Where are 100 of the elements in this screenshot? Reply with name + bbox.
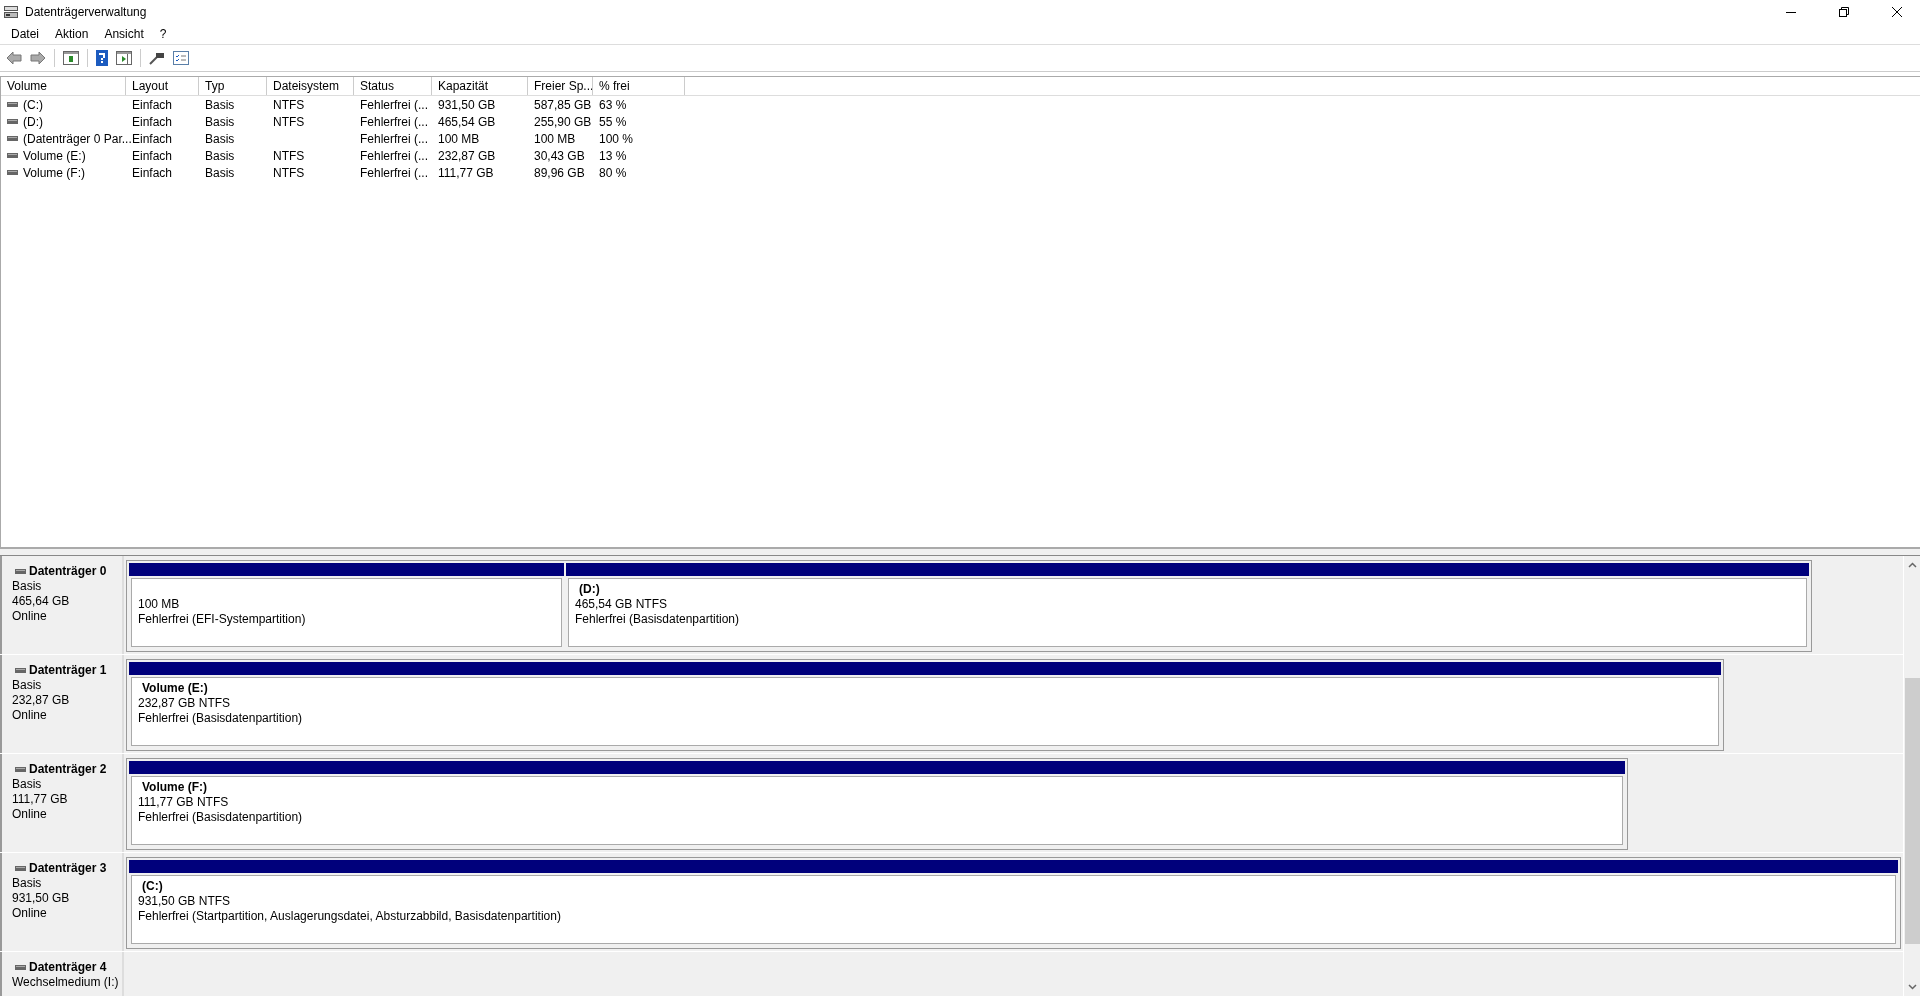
column-header[interactable]: Dateisystem [267, 77, 354, 95]
disk-detail: Online [12, 609, 48, 624]
key-icon[interactable] [149, 51, 165, 65]
disk-info-panel[interactable]: Datenträger 2 Basis 111,77 GB Online [0, 754, 124, 852]
disk-name: Datenträger 0 [29, 564, 107, 579]
column-header[interactable]: Volume [1, 77, 126, 95]
disk-detail: 111,77 GB [12, 792, 69, 807]
table-cell: Fehlerfrei (... [360, 131, 428, 146]
partition-size: 232,87 GB NTFS [138, 696, 232, 711]
disk-detail: Basis [12, 678, 43, 693]
menu-item[interactable]: Aktion [47, 27, 97, 41]
disk-name: Datenträger 2 [29, 762, 107, 777]
table-cell: 255,90 GB [534, 114, 592, 129]
disk-icon [15, 965, 26, 970]
table-cell: 100 MB [438, 131, 480, 146]
column-header[interactable]: % frei [593, 77, 685, 95]
disk-detail: Wechselmedium (I:) [12, 975, 120, 990]
partition-size: 931,50 GB NTFS [138, 894, 232, 909]
menu-item[interactable]: Datei [3, 27, 47, 41]
table-cell: 80 % [599, 165, 627, 180]
disk-name: Datenträger 3 [29, 861, 107, 876]
disk-detail: Basis [12, 876, 43, 891]
table-cell: Fehlerfrei (... [360, 97, 428, 112]
disk-icon [15, 569, 26, 574]
table-cell: NTFS [273, 148, 305, 163]
table-cell: Basis [205, 148, 235, 163]
drive-icon [7, 170, 18, 175]
table-cell: Fehlerfrei (... [360, 148, 428, 163]
table-cell: 55 % [599, 114, 627, 129]
disk-info-panel[interactable]: Datenträger 4 Wechselmedium (I:) [0, 952, 124, 996]
disk-detail: 232,87 GB [12, 693, 71, 708]
disk-info-panel[interactable]: Datenträger 0 Basis 465,64 GB Online [0, 556, 124, 654]
partition-status: Fehlerfrei (Basisdatenpartition) [138, 810, 304, 825]
menu-item[interactable]: ? [151, 27, 175, 41]
table-cell: Volume (E:) [23, 148, 86, 163]
back-arrow-icon[interactable] [6, 51, 22, 65]
partition-status: Fehlerfrei (Basisdatenpartition) [138, 711, 304, 726]
drive-icon [7, 136, 18, 141]
table-cell: 89,96 GB [534, 165, 585, 180]
action-pane-icon[interactable] [116, 51, 132, 65]
disk-name: Datenträger 4 [29, 960, 107, 975]
table-cell: Einfach [132, 114, 173, 129]
scrollbar-thumb[interactable] [1904, 678, 1920, 944]
properties-icon[interactable] [173, 51, 189, 65]
forward-arrow-icon[interactable] [30, 51, 46, 65]
disk-detail: Online [12, 906, 48, 921]
table-cell: (D:) [23, 114, 43, 129]
disk-detail: 465,64 GB [12, 594, 71, 609]
table-cell: Fehlerfrei (... [360, 165, 428, 180]
scrollbar[interactable] [1903, 556, 1920, 996]
table-cell: NTFS [273, 165, 305, 180]
menu-item[interactable]: Ansicht [96, 27, 152, 41]
column-header[interactable]: Layout [126, 77, 199, 95]
scroll-down-icon[interactable] [1907, 984, 1917, 990]
disk-info-panel[interactable]: Datenträger 1 Basis 232,87 GB Online [0, 655, 124, 753]
disk-icon [15, 767, 26, 772]
table-cell: 465,54 GB [438, 114, 496, 129]
disk-icon [15, 866, 26, 871]
console-tree-icon[interactable] [63, 51, 79, 65]
partition-size: 100 MB [138, 597, 181, 612]
restore-icon [1839, 7, 1849, 17]
partition-status: Fehlerfrei (EFI-Systempartition) [138, 612, 307, 627]
help-icon[interactable] [96, 50, 108, 66]
splitter[interactable] [0, 548, 1920, 556]
table-cell: Einfach [132, 131, 173, 146]
table-cell: (Datenträger 0 Par... [23, 131, 132, 146]
disk-detail: Basis [12, 777, 43, 792]
table-cell: 587,85 GB [534, 97, 592, 112]
disk-detail: 931,50 GB [12, 891, 71, 906]
disk-detail: Online [12, 708, 48, 723]
partition-title: (D:) [577, 582, 601, 597]
column-header[interactable]: Kapazität [432, 77, 528, 95]
table-cell: 13 % [599, 148, 627, 163]
column-header[interactable]: Typ [199, 77, 267, 95]
drive-icon [7, 102, 18, 107]
disk-info-panel[interactable]: Datenträger 3 Basis 931,50 GB Online [0, 853, 124, 951]
table-cell: Volume (F:) [23, 165, 85, 180]
table-cell: 232,87 GB [438, 148, 496, 163]
table-cell: 100 MB [534, 131, 576, 146]
table-cell: 63 % [599, 97, 627, 112]
table-cell: NTFS [273, 114, 305, 129]
table-cell: 30,43 GB [534, 148, 585, 163]
partition-size: 111,77 GB NTFS [138, 795, 230, 810]
table-cell: Basis [205, 97, 235, 112]
table-cell: Einfach [132, 97, 173, 112]
partition-status: Fehlerfrei (Basisdatenpartition) [574, 612, 741, 627]
table-cell: Einfach [132, 165, 173, 180]
table-cell: (C:) [23, 97, 43, 112]
scroll-up-icon[interactable] [1907, 562, 1917, 568]
table-cell: Basis [205, 131, 235, 146]
window-title: Datenträgerverwaltung [25, 5, 147, 19]
column-header[interactable]: Status [354, 77, 432, 95]
disk-name: Datenträger 1 [29, 663, 107, 678]
partition-title: (C:) [141, 879, 164, 894]
table-cell: Basis [205, 114, 235, 129]
disk-detail: Basis [12, 579, 43, 594]
disk-icon [15, 668, 26, 673]
column-header[interactable]: Freier Sp... [528, 77, 593, 95]
partition-title: Volume (F:) [141, 780, 209, 795]
drive-icon [7, 119, 18, 124]
